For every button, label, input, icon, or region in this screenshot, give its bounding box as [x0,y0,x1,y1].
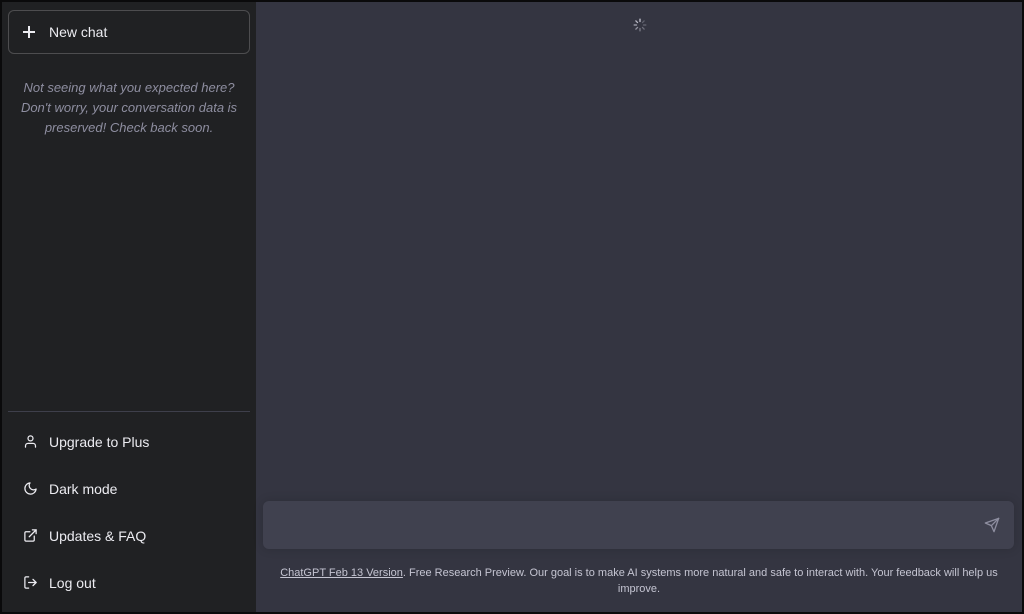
moon-icon [22,481,38,497]
new-chat-button[interactable]: New chat [8,10,250,54]
log-out-label: Log out [49,574,96,591]
log-out-button[interactable]: Log out [8,559,250,606]
logout-icon [22,575,38,591]
upgrade-to-plus-label: Upgrade to Plus [49,433,150,450]
user-icon [22,434,38,450]
updates-faq-link[interactable]: Updates & FAQ [8,512,250,559]
external-link-icon [22,528,38,544]
message-composer [263,501,1014,549]
app-window: New chat Not seeing what you expected he… [0,0,1024,614]
dark-mode-label: Dark mode [49,480,118,497]
footer-disclaimer: ChatGPT Feb 13 Version. Free Research Pr… [276,565,1002,597]
send-icon [984,517,1000,533]
plus-icon [22,25,36,39]
history-notice: Not seeing what you expected here? Don't… [20,80,238,135]
message-input[interactable] [277,515,961,539]
upgrade-to-plus-button[interactable]: Upgrade to Plus [8,418,250,465]
send-button[interactable] [984,517,1002,535]
loading-spinner-icon [633,18,647,32]
dark-mode-button[interactable]: Dark mode [8,465,250,512]
updates-faq-label: Updates & FAQ [49,527,147,544]
sidebar: New chat Not seeing what you expected he… [2,2,256,612]
new-chat-label: New chat [49,24,108,40]
release-notes-link[interactable]: ChatGPT Feb 13 Version [280,567,403,579]
footer-text: . Free Research Preview. Our goal is to … [402,567,998,595]
sidebar-divider [8,411,250,412]
conversation-area: ChatGPT Feb 13 Version. Free Research Pr… [256,2,1022,612]
